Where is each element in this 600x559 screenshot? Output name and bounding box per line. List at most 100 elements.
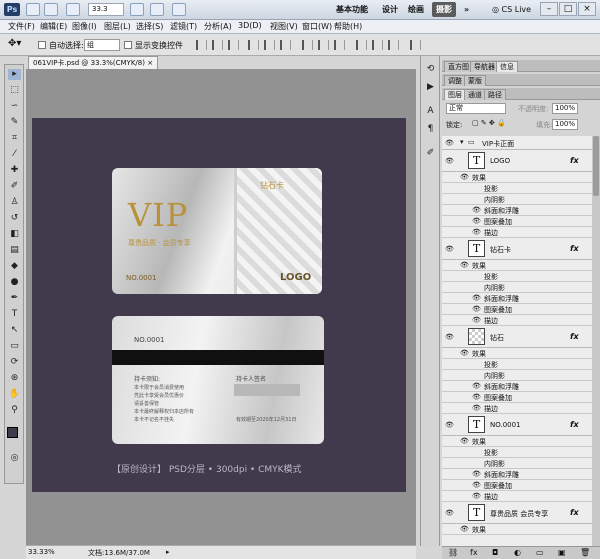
eye-icon[interactable]: 👁 <box>460 349 469 357</box>
align-bottom-icon[interactable] <box>228 40 239 50</box>
workspace-photography[interactable]: 摄影 <box>432 2 456 17</box>
eye-icon[interactable]: 👁 <box>445 421 454 429</box>
layer-row[interactable]: 👁 T NO.0001 fx <box>442 414 592 436</box>
opacity-input[interactable]: 100% <box>552 103 578 114</box>
trash-icon[interactable]: 🗑 <box>580 548 590 557</box>
cs-live-button[interactable]: ◎ CS Live <box>488 2 535 17</box>
document-tab[interactable]: 061VIP卡.psd @ 33.3%(CMYK/8) × <box>28 56 158 69</box>
workspace-painting[interactable]: 绘画 <box>404 2 428 17</box>
menu-analysis[interactable]: 分析(A) <box>204 21 232 32</box>
effect-row[interactable]: 👁 描边 <box>442 315 592 326</box>
quick-select-tool-icon[interactable]: ✎ <box>8 117 21 128</box>
new-group-icon[interactable]: ▭ <box>536 548 544 557</box>
fx-icon[interactable]: fx <box>570 508 579 517</box>
arrange-documents-icon[interactable] <box>150 3 164 16</box>
healing-brush-icon[interactable]: ✚ <box>8 165 21 176</box>
distribute-bottom-icon[interactable] <box>334 40 345 50</box>
close-button[interactable]: × <box>578 2 596 16</box>
workspace-design[interactable]: 设计 <box>378 2 402 17</box>
effect-row[interactable]: 👁 效果 <box>442 172 592 183</box>
zoom-tool-icon[interactable] <box>66 3 80 16</box>
tab-masks[interactable]: 蒙版 <box>464 75 486 86</box>
blur-tool-icon[interactable]: ◆ <box>8 261 21 272</box>
menu-view[interactable]: 视图(V) <box>270 21 298 32</box>
tab-channels[interactable]: 通道 <box>464 89 486 100</box>
eye-icon[interactable]: 👁 <box>472 470 481 478</box>
eye-icon[interactable]: 👁 <box>445 509 454 517</box>
eye-icon[interactable]: 👁 <box>472 316 481 324</box>
paragraph-panel-icon[interactable]: ¶ <box>424 124 437 135</box>
eye-icon[interactable]: 👁 <box>472 217 481 225</box>
distribute-left-icon[interactable] <box>356 40 367 50</box>
effect-row[interactable]: 投影 <box>442 447 592 458</box>
hand-tool-icon[interactable]: ✋ <box>8 389 21 400</box>
fill-input[interactable]: 100% <box>552 119 578 130</box>
tab-adjustments[interactable]: 调整 <box>444 75 466 86</box>
effect-row[interactable]: 👁 图案叠加 <box>442 304 592 315</box>
eye-icon[interactable]: 👁 <box>472 382 481 390</box>
layer-row[interactable]: 👁 T 尊贵品质 会员专享 fx <box>442 502 592 524</box>
layers-scrollbar[interactable] <box>592 136 600 546</box>
path-select-icon[interactable]: ↖ <box>8 325 21 336</box>
effect-row[interactable]: 投影 <box>442 359 592 370</box>
eye-icon[interactable]: 👁 <box>445 333 454 341</box>
brush-tool-icon[interactable]: ✐ <box>8 181 21 192</box>
menu-3d[interactable]: 3D(D) <box>238 21 262 30</box>
align-hcenter-icon[interactable] <box>264 40 275 50</box>
auto-select-dropdown[interactable]: 组 <box>84 39 120 51</box>
effect-row[interactable]: 👁 效果 <box>442 348 592 359</box>
crop-tool-icon[interactable]: ⌗ <box>8 133 21 144</box>
gradient-tool-icon[interactable]: ▤ <box>8 245 21 256</box>
scrollbar-thumb[interactable] <box>593 136 599 196</box>
distribute-vcenter-icon[interactable] <box>318 40 329 50</box>
shape-tool-icon[interactable]: ▭ <box>8 341 21 352</box>
effect-row[interactable]: 👁 图案叠加 <box>442 216 592 227</box>
effect-row[interactable]: 👁 效果 <box>442 524 592 535</box>
effect-row[interactable]: 投影 <box>442 183 592 194</box>
menu-filter[interactable]: 滤镜(T) <box>170 21 197 32</box>
minimize-button[interactable]: – <box>540 2 558 16</box>
fx-icon[interactable]: fx <box>570 244 579 253</box>
eye-icon[interactable]: 👁 <box>445 245 454 253</box>
distribute-right-icon[interactable] <box>388 40 399 50</box>
distribute-top-icon[interactable] <box>302 40 313 50</box>
menu-select[interactable]: 选择(S) <box>136 21 163 32</box>
effect-row[interactable]: 👁 描边 <box>442 491 592 502</box>
blend-mode-select[interactable]: 正常 <box>446 103 506 114</box>
lasso-tool-icon[interactable]: ∽ <box>8 101 21 112</box>
menu-help[interactable]: 帮助(H) <box>334 21 362 32</box>
align-left-icon[interactable] <box>248 40 259 50</box>
effect-row[interactable]: 👁 描边 <box>442 227 592 238</box>
eye-icon[interactable]: 👁 <box>472 481 481 489</box>
effect-row[interactable]: 👁 斜面和浮雕 <box>442 469 592 480</box>
fx-icon[interactable]: fx <box>570 156 579 165</box>
character-panel-icon[interactable]: A <box>424 106 437 117</box>
tab-paths[interactable]: 路径 <box>484 89 506 100</box>
layer-row[interactable]: 👁 T LOGO fx <box>442 150 592 172</box>
align-vcenter-icon[interactable] <box>212 40 223 50</box>
3d-orbit-icon[interactable]: ⊛ <box>8 373 21 384</box>
new-layer-icon[interactable]: ▣ <box>558 548 566 557</box>
layer-row[interactable]: 👁 T 钻石卡 fx <box>442 238 592 260</box>
effect-row[interactable]: 内阴影 <box>442 282 592 293</box>
status-arrow-icon[interactable]: ▸ <box>166 548 170 556</box>
eye-icon[interactable]: 👁 <box>472 492 481 500</box>
effect-row[interactable]: 内阴影 <box>442 458 592 469</box>
eye-icon[interactable]: 👁 <box>460 525 469 533</box>
eye-icon[interactable]: 👁 <box>445 157 454 165</box>
distribute-hcenter-icon[interactable] <box>372 40 383 50</box>
link-layers-icon[interactable]: ⛓ <box>448 548 458 557</box>
quick-mask-icon[interactable]: ◎ <box>8 453 21 464</box>
eyedropper-tool-icon[interactable]: ⁄ <box>8 149 21 160</box>
effect-row[interactable]: 👁 效果 <box>442 436 592 447</box>
bridge-icon[interactable] <box>26 3 40 16</box>
close-document-icon[interactable]: × <box>147 59 153 67</box>
move-tool-icon[interactable]: ▸ <box>8 69 21 80</box>
eye-icon[interactable]: 👁 <box>460 261 469 269</box>
effect-row[interactable]: 👁 斜面和浮雕 <box>442 293 592 304</box>
effect-row[interactable]: 投影 <box>442 271 592 282</box>
eye-icon[interactable]: 👁 <box>472 206 481 214</box>
status-zoom[interactable]: 33.33% <box>28 548 55 556</box>
adjustment-layer-icon[interactable]: ◐ <box>514 548 521 557</box>
more-workspaces-icon[interactable]: » <box>460 2 473 17</box>
